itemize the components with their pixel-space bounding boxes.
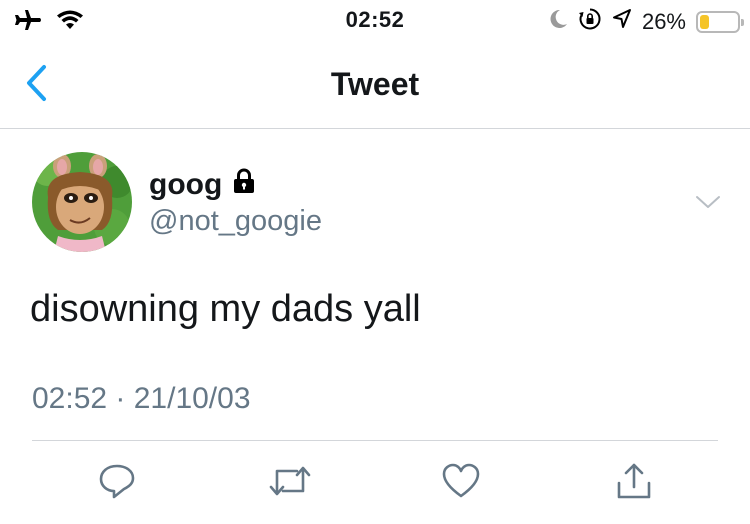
share-icon [614, 461, 654, 506]
like-button[interactable] [436, 458, 486, 508]
battery-level [700, 14, 709, 29]
nav-bar: Tweet [0, 40, 750, 129]
action-bar [0, 458, 750, 508]
moon-icon [548, 8, 568, 35]
retweet-button[interactable] [265, 458, 315, 508]
battery-nub [741, 18, 744, 26]
author-display-name: goog [149, 168, 223, 201]
share-button[interactable] [609, 458, 659, 508]
status-right: 26% [548, 7, 744, 36]
battery-icon [696, 10, 744, 33]
status-bar: 02:52 26% [0, 0, 750, 40]
battery-percent: 26% [641, 8, 686, 34]
author-handle[interactable]: @not_googie [149, 205, 322, 238]
tweet-timestamp[interactable]: 02:52 · 21/10/03 [32, 382, 251, 416]
retweet-icon [267, 461, 313, 506]
avatar[interactable] [32, 152, 132, 252]
author-name[interactable]: goog [149, 168, 256, 202]
reply-button[interactable] [92, 458, 142, 508]
divider [32, 440, 718, 441]
reply-icon [97, 461, 137, 506]
tweet-text: disowning my dads yall [30, 288, 421, 330]
rotation-lock-icon [578, 7, 602, 36]
heart-icon [441, 461, 481, 506]
page-title: Tweet [330, 66, 420, 102]
more-options-button[interactable] [694, 193, 722, 216]
location-icon [612, 8, 632, 35]
lock-icon [232, 168, 256, 202]
chevron-down-icon [694, 196, 722, 215]
